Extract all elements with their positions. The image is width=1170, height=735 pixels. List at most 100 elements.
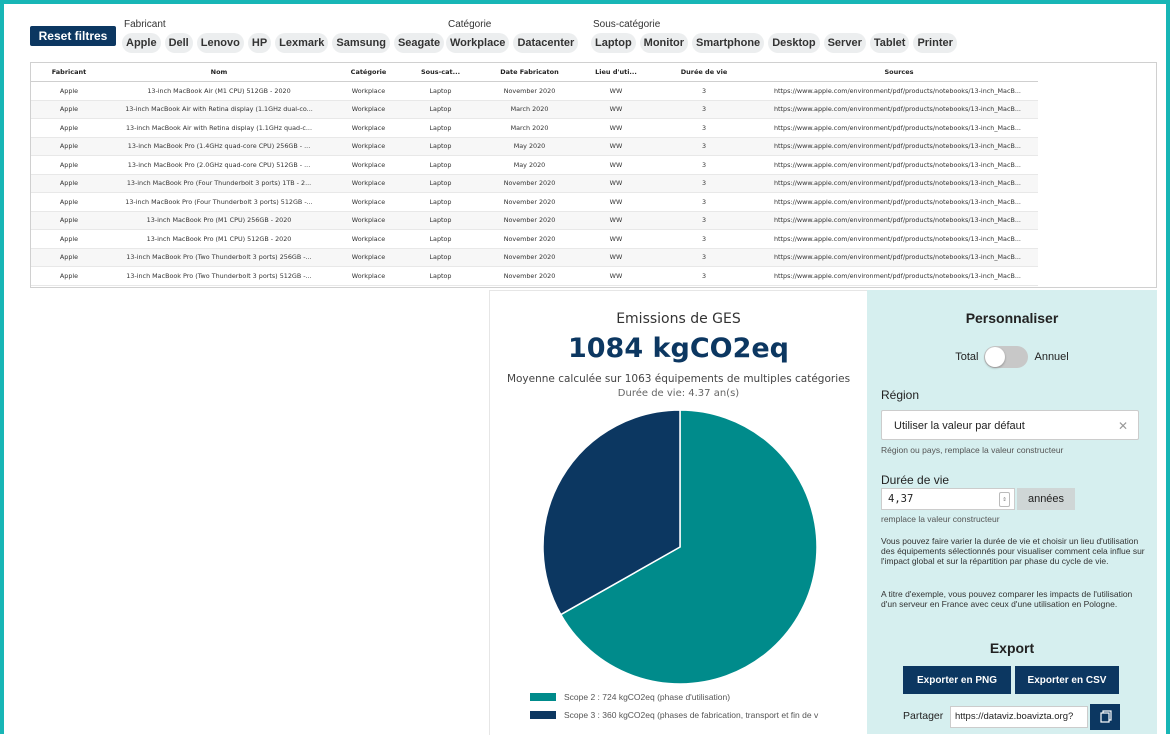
export-png-button[interactable]: Exporter en PNG: [903, 666, 1011, 694]
share-url-field[interactable]: https://dataviz.boavizta.org?: [950, 706, 1088, 728]
table-cell: https://www.apple.com/environment/pdf/pr…: [760, 266, 1038, 286]
table-cell: 13-inch MacBook Pro (M1 CPU) 512GB - 202…: [107, 229, 331, 249]
equipment-table[interactable]: Fabricant Nom Catégorie Sous-cat... Date Fab…: [30, 62, 1157, 288]
table-cell: 13-inch MacBook Pro (Two Thunderbolt 3 p…: [107, 266, 331, 286]
table-cell: November 2020: [475, 211, 584, 230]
table-cell: Laptop: [406, 81, 475, 101]
table-row[interactable]: Apple 13-inch MacBook Pro (Two Thunderbol…: [31, 266, 1038, 286]
region-select-value: Utiliser la valeur par défaut: [894, 420, 1025, 432]
column-header[interactable]: Lieu d'uti...: [584, 63, 648, 82]
filter-chip-monitor[interactable]: Monitor: [639, 33, 688, 53]
export-csv-button[interactable]: Exporter en CSV: [1015, 666, 1119, 694]
table-cell: Laptop: [406, 229, 475, 249]
table-cell: Laptop: [406, 266, 475, 286]
filter-chip-smartphone[interactable]: Smartphone: [692, 33, 765, 53]
table-row[interactable]: Apple 13-inch MacBook Pro (1.4GHz quad-co…: [31, 137, 1038, 156]
categorie-filter: Catégorie Workplace Datacenter: [446, 18, 579, 53]
fabricant-filter: Fabricant Apple Dell Lenovo HP Lexmark Samsun…: [122, 18, 445, 53]
table-cell: 13-inch MacBook Pro (1.4GHz quad-core CP…: [107, 137, 331, 156]
table-cell: March 2020: [475, 118, 584, 138]
total-annual-toggle[interactable]: [984, 346, 1029, 368]
table-cell: Apple: [31, 155, 107, 175]
duree-unit-addon: années: [1017, 488, 1075, 510]
table-cell: Apple: [31, 248, 107, 267]
filter-chip-lexmark[interactable]: Lexmark: [275, 33, 329, 53]
table-cell: November 2020: [475, 174, 584, 193]
table-row[interactable]: Apple 13-inch MacBook Pro (Four Thunderbo…: [31, 174, 1038, 193]
table-row[interactable]: Apple 13-inch MacBook Pro (2.0GHz quad-co…: [31, 155, 1038, 175]
table-cell: 3: [648, 155, 760, 175]
legend-swatch: [530, 693, 556, 701]
table-cell: https://www.apple.com/environment/pdf/pr…: [760, 155, 1038, 175]
table-cell: Laptop: [406, 118, 475, 138]
spinner-icon[interactable]: ⇕: [999, 492, 1010, 507]
table-row[interactable]: Apple 13-inch MacBook Air (M1 CPU) 512GB …: [31, 81, 1038, 101]
column-header[interactable]: Sous-cat...: [406, 63, 475, 82]
filter-chip-seagate[interactable]: Seagate: [393, 33, 445, 53]
column-header[interactable]: Fabricant: [31, 63, 107, 82]
table-row[interactable]: Apple 13-inch MacBook Pro (M1 CPU) 256GB …: [31, 211, 1038, 230]
chart-lifetime-note: Durée de vie: 4.37 an(s): [617, 388, 740, 399]
copy-icon: [1100, 710, 1112, 723]
table-cell: 3: [648, 229, 760, 249]
pie-legend: Scope 2 : 724 kgCO2eq (phase d'utilisati…: [530, 688, 818, 724]
filter-chip-datacenter[interactable]: Datacenter: [513, 33, 579, 53]
table-row[interactable]: Apple 13-inch MacBook Pro (M1 CPU) 512GB …: [31, 229, 1038, 249]
copy-url-button[interactable]: [1090, 704, 1120, 730]
filter-chip-laptop[interactable]: Laptop: [591, 33, 636, 53]
table-cell: November 2020: [475, 266, 584, 286]
table-row[interactable]: Apple 13-inch MacBook Pro (Two Thunderbol…: [31, 248, 1038, 267]
table-cell: 13-inch MacBook Pro (Two Thunderbolt 3 p…: [107, 248, 331, 267]
table-cell: Laptop: [406, 192, 475, 212]
chart-total-value: 1084 kgCO2eq: [567, 333, 790, 364]
filter-chip-lenovo[interactable]: Lenovo: [196, 33, 244, 53]
toggle-left-label: Total: [955, 351, 979, 363]
table-cell: Apple: [31, 266, 107, 286]
column-header[interactable]: Date Fabricaton: [475, 63, 584, 82]
legend-item[interactable]: Scope 2 : 724 kgCO2eq (phase d'utilisati…: [530, 688, 818, 706]
legend-item[interactable]: Scope 3 : 360 kgCO2eq (phases de fabrica…: [530, 706, 818, 724]
chart-title: Emissions de GES: [616, 311, 741, 327]
filter-chip-apple[interactable]: Apple: [122, 33, 161, 53]
clear-icon[interactable]: ✕: [1118, 411, 1128, 441]
table-cell: Apple: [31, 100, 107, 119]
filter-chip-samsung[interactable]: Samsung: [332, 33, 390, 53]
table-cell: https://www.apple.com/environment/pdf/pr…: [760, 192, 1038, 212]
emissions-pie-chart: [542, 409, 818, 685]
column-header[interactable]: Durée de vie: [648, 63, 760, 82]
table-cell: Workplace: [331, 229, 406, 249]
table-cell: Laptop: [406, 137, 475, 156]
table-cell: 3: [648, 118, 760, 138]
duree-number-input[interactable]: 4,37 ⇕: [881, 488, 1015, 510]
filter-chip-printer[interactable]: Printer: [913, 33, 957, 53]
table-cell: November 2020: [475, 192, 584, 212]
table-cell: 3: [648, 81, 760, 101]
region-select[interactable]: Utiliser la valeur par défaut ✕: [881, 410, 1139, 440]
column-header[interactable]: Nom: [107, 63, 331, 82]
filter-chip-workplace[interactable]: Workplace: [446, 33, 510, 53]
column-header[interactable]: Sources: [760, 63, 1038, 82]
table-cell: Apple: [31, 211, 107, 230]
table-cell: WW: [584, 211, 648, 230]
table-cell: Workplace: [331, 137, 406, 156]
table-cell: 13-inch MacBook Air with Retina display …: [107, 100, 331, 119]
reset-filters-button[interactable]: Reset filtres: [30, 26, 116, 46]
filter-chip-hp[interactable]: HP: [247, 33, 272, 53]
table-cell: Workplace: [331, 118, 406, 138]
filter-chip-server[interactable]: Server: [823, 33, 866, 53]
share-label: Partager: [903, 710, 944, 722]
table-row[interactable]: Apple 13-inch MacBook Pro (Four Thunderbo…: [31, 192, 1038, 212]
table-cell: Workplace: [331, 155, 406, 175]
filter-chip-tablet[interactable]: Tablet: [869, 33, 910, 53]
categorie-filter-label: Catégorie: [448, 19, 492, 30]
filter-chip-dell[interactable]: Dell: [164, 33, 193, 53]
table-row[interactable]: Apple 13-inch MacBook Air with Retina dis…: [31, 118, 1038, 138]
table-cell: Workplace: [331, 100, 406, 119]
table-header-row: Fabricant Nom Catégorie Sous-cat... Date Fab…: [31, 63, 1038, 82]
filter-chip-desktop[interactable]: Desktop: [768, 33, 820, 53]
table-row[interactable]: Apple 13-inch MacBook Air with Retina dis…: [31, 100, 1038, 119]
table-cell: May 2020: [475, 137, 584, 156]
customize-panel: Personnaliser Total Annuel Région Utilis…: [867, 290, 1157, 734]
column-header[interactable]: Catégorie: [331, 63, 406, 82]
export-title: Export: [989, 640, 1035, 656]
